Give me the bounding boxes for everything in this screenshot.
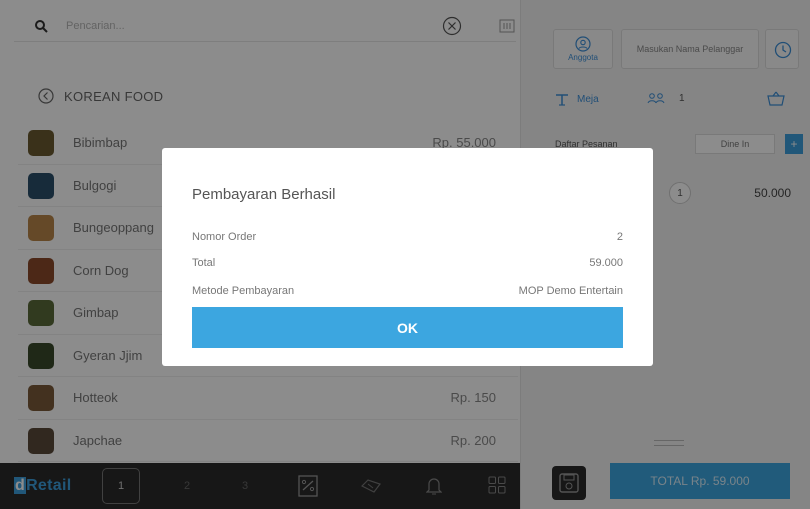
ok-button[interactable]: OK — [192, 307, 623, 348]
order-number-label: Nomor Order — [192, 231, 257, 243]
order-number-value: 2 — [616, 231, 623, 243]
total-row-value: 59.000 — [589, 257, 623, 269]
total-row: Total 59.000 — [192, 257, 623, 269]
payment-method-value: MOP Demo Entertain — [518, 285, 623, 297]
order-number-row: Nomor Order 2 — [192, 231, 623, 243]
payment-method-label: Metode Pembayaran — [192, 285, 295, 297]
dialog-title: Pembayaran Berhasil — [192, 186, 336, 203]
payment-success-dialog: Pembayaran Berhasil Nomor Order 2 Total … — [162, 148, 653, 366]
total-row-label: Total — [192, 257, 216, 269]
payment-method-row: Metode Pembayaran MOP Demo Entertain — [192, 285, 623, 297]
